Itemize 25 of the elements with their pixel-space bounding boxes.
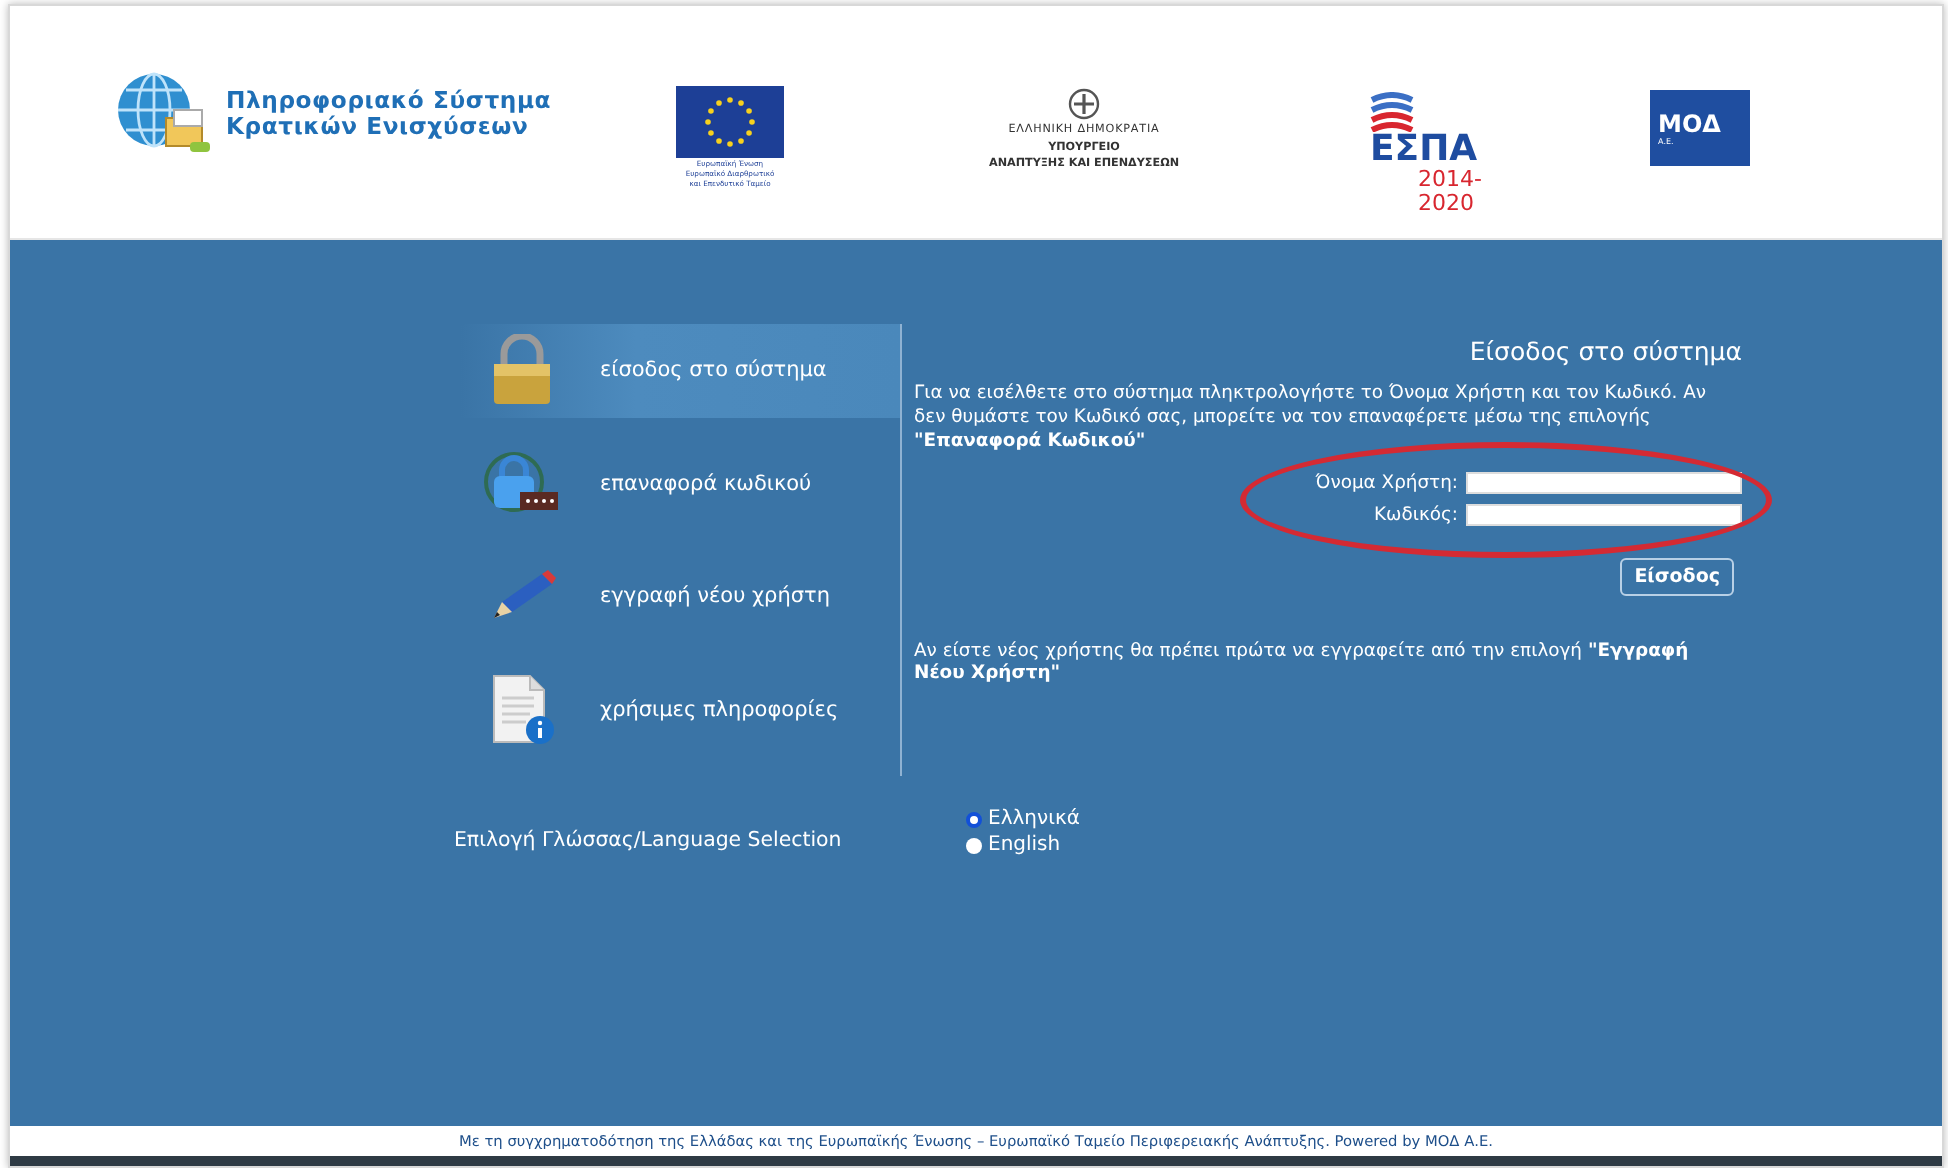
logo-text: ΜΟΔ — [1658, 111, 1721, 135]
waves-icon — [1370, 92, 1414, 132]
menu-item[interactable]: επαναφορά κωδικού — [460, 437, 900, 530]
language-option[interactable]: English — [966, 834, 1080, 856]
input-field[interactable] — [1466, 472, 1742, 494]
field-label: Κωδικός: — [1372, 504, 1458, 526]
radio-button[interactable] — [966, 811, 982, 827]
field-label: Όνομα Χρήστη: — [1313, 472, 1458, 494]
logo-text: ΕΣΠΑ — [1370, 132, 1478, 168]
registration-text: Αν είστε νέος χρήστης θα πρέπει πρώτα να εγγραφείτε από την επιλογή "Εγγραφή Νέου Χρήστη" — [914, 640, 1691, 684]
logo-text: Κρατικών Ενισχύσεων — [226, 114, 529, 140]
eu-flag-icon — [676, 86, 784, 158]
language-label: Επιλογή Γλώσσας/Language Selection — [454, 827, 844, 856]
emblem-icon — [1068, 88, 1100, 120]
panel-title: Είσοδος στο σύστημα — [1469, 336, 1742, 366]
logo-text: Πληροφοριακό Σύστημα — [226, 88, 552, 114]
padlock-password-icon — [484, 449, 560, 518]
padlock-icon — [488, 334, 556, 407]
language-option[interactable]: Ελληνικά — [966, 808, 1080, 830]
input-field[interactable] — [1466, 504, 1742, 526]
instructions-text: Για να εισέλθετε στο σύστημα πληκτρολογήστε το Όνομα Χρήστη και τον Κωδικό. Αν δεν θυμάστε τον Κωδικό σας, μπορείτε να τον επαναφέρετε μέσω της επιλογής "Επαναφορά Κωδικού" — [914, 382, 1709, 454]
login-button[interactable]: Είσοδος — [1620, 558, 1734, 596]
radio-button[interactable] — [966, 837, 982, 853]
menu-item[interactable]: χρήσιμες πληροφορίες — [460, 663, 900, 756]
menu-item[interactable]: εγγραφή νέου χρήστη — [460, 550, 900, 643]
